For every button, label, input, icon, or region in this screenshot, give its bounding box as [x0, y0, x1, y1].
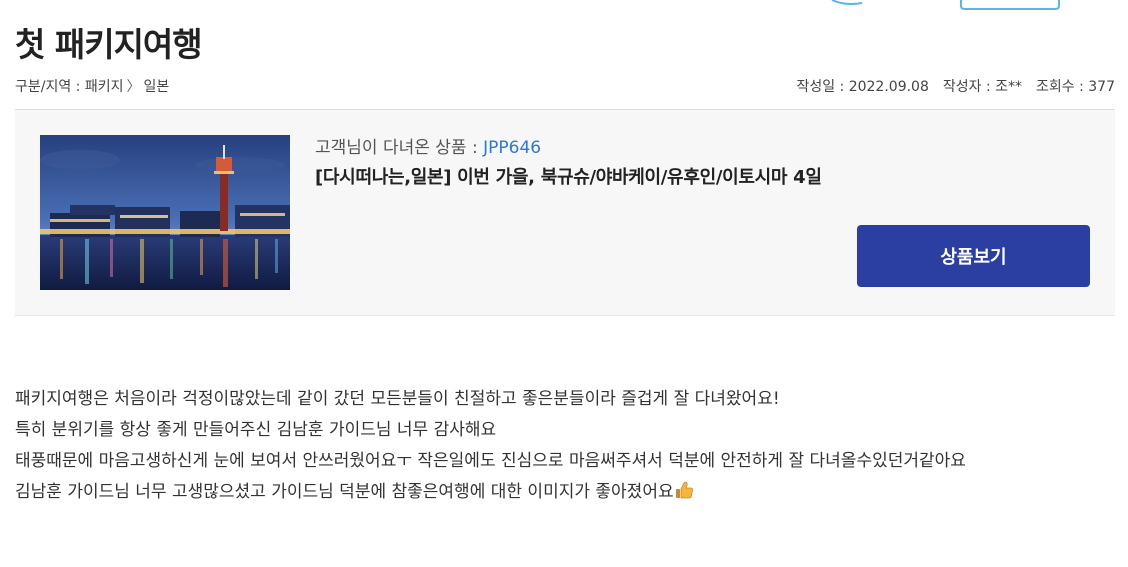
- review-line-text: 김남훈 가이드님 너무 고생많으셨고 가이드님 덕분에 참좋은여행에 대한 이미…: [15, 482, 674, 502]
- review-line: 패키지여행은 처음이라 걱정이많았는데 같이 갔던 모든분들이 친절하고 좋은분…: [15, 389, 780, 409]
- post-views: 조회수 : 377: [1036, 79, 1115, 95]
- view-product-button[interactable]: 상품보기: [857, 225, 1090, 287]
- post-title: 첫 패키지여행: [15, 25, 203, 64]
- review-line: 특히 분위기를 항상 좋게 만들어주신 김남훈 가이드님 너무 감사해요: [15, 420, 497, 440]
- post-meta: 구분/지역 : 패키지 〉 일본 작성일 : 2022.09.08 작성자 : 조**…: [15, 76, 1115, 96]
- breadcrumb: 구분/지역 : 패키지 〉 일본: [15, 76, 169, 96]
- post-date: 작성일 : 2022.09.08: [796, 79, 929, 95]
- product-code-link[interactable]: JPP646: [483, 138, 541, 158]
- review-line: 태풍때문에 마음고생하신게 눈에 보여서 안쓰러웠어요ㅜ 작은일에도 진심으로 …: [15, 451, 966, 471]
- product-code-line: 고객님이 다녀온 상품 : JPP646: [315, 133, 541, 158]
- region-label: 일본: [143, 79, 170, 95]
- review-content: 패키지여행은 처음이라 걱정이많았는데 같이 갔던 모든분들이 친절하고 좋은분…: [15, 384, 1115, 508]
- header-decoration: [831, 0, 1060, 10]
- post-author: 작성자 : 조**: [942, 79, 1023, 95]
- night-harbor-tower-photo: [40, 135, 290, 290]
- product-code-label: 고객님이 다녀온 상품 :: [315, 138, 484, 158]
- category-label: 구분/지역 : 패키지: [15, 79, 124, 95]
- product-card: 고객님이 다녀온 상품 : JPP646 [다시떠나는,일본] 이번 가을, 북…: [15, 110, 1115, 316]
- product-name[interactable]: [다시떠나는,일본] 이번 가을, 북규슈/야바케이/유후인/이토시마 4일: [315, 163, 822, 189]
- post-info: 작성일 : 2022.09.08 작성자 : 조** 조회수 : 377: [782, 76, 1115, 96]
- product-thumbnail[interactable]: [40, 135, 290, 290]
- breadcrumb-separator-icon: 〉: [126, 79, 141, 95]
- review-line-last: 김남훈 가이드님 너무 고생많으셨고 가이드님 덕분에 참좋은여행에 대한 이미…: [15, 477, 1115, 508]
- thumbs-up-icon: [675, 481, 693, 499]
